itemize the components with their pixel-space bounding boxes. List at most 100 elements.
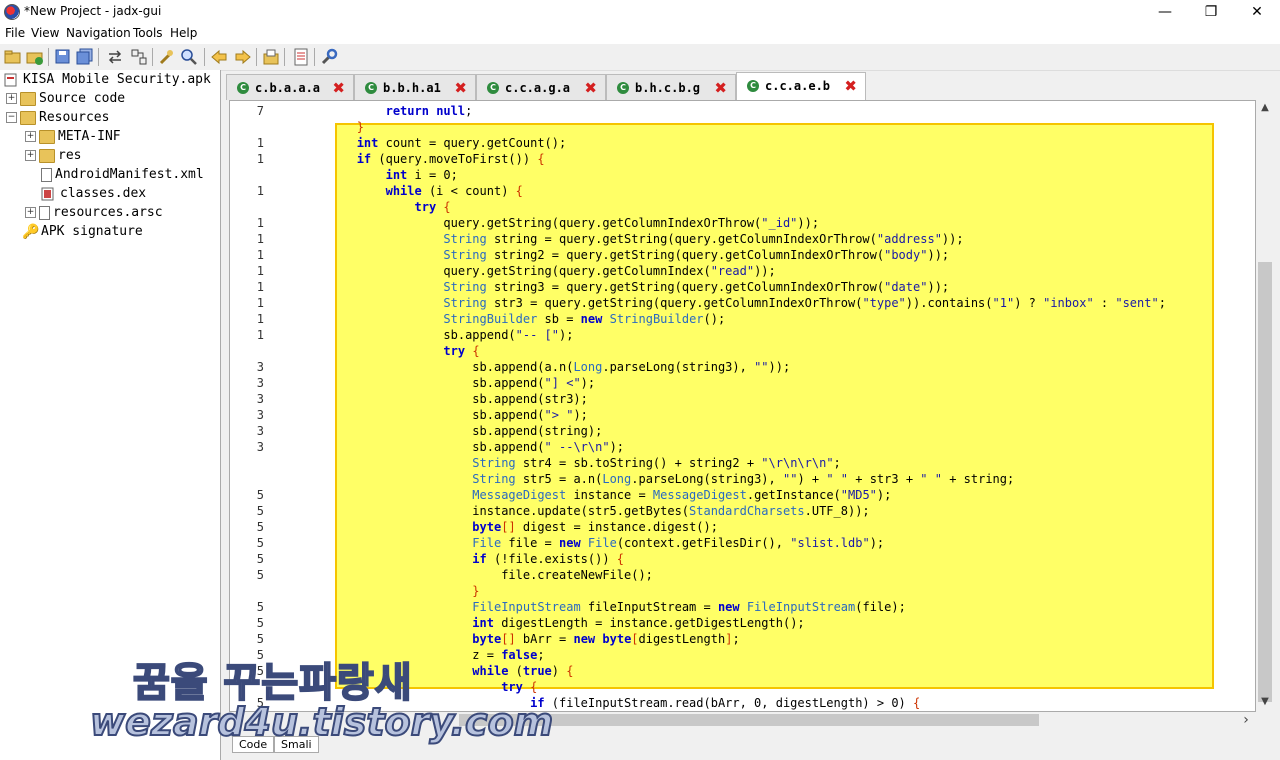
tab-close-icon[interactable]: ✖: [844, 73, 857, 99]
code-line[interactable]: sb.append(a.n(Long.parseLong(string3), "…: [270, 359, 790, 375]
tab-label: c.b.a.a.a: [255, 81, 321, 95]
code-line[interactable]: String str3 = query.getString(query.getC…: [270, 295, 1166, 311]
tab-c-b-a-a-a[interactable]: C c.b.a.a.a ✖: [226, 74, 354, 100]
line-number: 3: [256, 392, 264, 406]
vertical-scrollbar[interactable]: ▲ ▼: [1256, 100, 1274, 712]
line-number: 1: [256, 280, 264, 294]
tree-item-source-code[interactable]: + Source code: [6, 90, 125, 108]
menu-help[interactable]: Help: [170, 26, 197, 40]
tab-close-icon[interactable]: ✖: [584, 75, 597, 101]
tree-item-res[interactable]: + res: [25, 147, 81, 165]
tree-item-resources[interactable]: − Resources: [6, 109, 109, 127]
back-arrow-icon[interactable]: [210, 48, 228, 66]
code-line[interactable]: int digestLength = instance.getDigestLen…: [270, 615, 804, 631]
code-line[interactable]: while (i < count) {: [270, 183, 523, 199]
code-line[interactable]: String string2 = query.getString(query.g…: [270, 247, 949, 263]
log-viewer-icon[interactable]: [292, 48, 310, 66]
expand-toggle[interactable]: +: [6, 93, 17, 104]
code-line[interactable]: File file = new File(context.getFilesDir…: [270, 535, 884, 551]
preferences-wrench-icon[interactable]: [320, 48, 338, 66]
menu-view[interactable]: View: [31, 26, 59, 40]
tab-close-icon[interactable]: ✖: [714, 75, 727, 101]
tab-close-icon[interactable]: ✖: [332, 75, 345, 101]
line-number: 1: [256, 136, 264, 150]
menu-tools[interactable]: Tools: [133, 26, 163, 40]
code-line[interactable]: query.getString(query.getColumnIndexOrTh…: [270, 215, 819, 231]
menu-navigation[interactable]: Navigation: [66, 26, 131, 40]
scroll-up-arrow-icon[interactable]: ▲: [1256, 102, 1274, 113]
scroll-down-arrow-icon[interactable]: ▼: [1256, 696, 1274, 707]
title-bar: *New Project - jadx-gui — ❐ ✕: [0, 0, 1280, 24]
code-line[interactable]: return null;: [270, 103, 473, 119]
decompile-all-icon[interactable]: [262, 48, 280, 66]
code-line[interactable]: query.getString(query.getColumnIndex("re…: [270, 263, 775, 279]
toolbar: [0, 44, 1280, 71]
code-line[interactable]: }: [270, 119, 364, 135]
code-line[interactable]: MessageDigest instance = MessageDigest.g…: [270, 487, 891, 503]
expand-toggle[interactable]: +: [25, 131, 36, 142]
close-button[interactable]: ✕: [1234, 0, 1280, 24]
open-file-icon[interactable]: [4, 48, 22, 66]
tab-close-icon[interactable]: ✖: [454, 75, 467, 101]
code-line[interactable]: int count = query.getCount();: [270, 135, 567, 151]
code-line[interactable]: sb.append("> ");: [270, 407, 588, 423]
code-line[interactable]: if (!file.exists()) {: [270, 551, 624, 567]
dex-file-icon: [41, 187, 57, 201]
code-line[interactable]: try {: [270, 343, 479, 359]
tree-item-meta-inf[interactable]: + META-INF: [25, 128, 121, 146]
tree-item-label: res: [58, 148, 82, 163]
tab-c-c-a-e-b[interactable]: C c.c.a.e.b ✖: [736, 72, 866, 100]
code-line[interactable]: FileInputStream fileInputStream = new Fi…: [270, 599, 906, 615]
vertical-scroll-thumb[interactable]: [1258, 262, 1272, 702]
minimize-button[interactable]: —: [1142, 0, 1188, 24]
forward-arrow-icon[interactable]: [234, 48, 252, 66]
tab-c-c-a-g-a[interactable]: C c.c.a.g.a ✖: [476, 74, 606, 100]
editor-tab-bar: C c.b.a.a.a ✖ C b.b.h.a1 ✖ C c.c.a.g.a ✖…: [226, 72, 1280, 100]
menu-file[interactable]: File: [5, 26, 25, 40]
tab-b-b-h-a1[interactable]: C b.b.h.a1 ✖: [354, 74, 476, 100]
expand-toggle[interactable]: +: [25, 150, 36, 161]
code-line[interactable]: String string3 = query.getString(query.g…: [270, 279, 949, 295]
code-line[interactable]: String str4 = sb.toString() + string2 + …: [270, 455, 840, 471]
code-line[interactable]: sb.append("] <");: [270, 375, 595, 391]
tree-item-resources-arsc[interactable]: + resources.arsc: [25, 204, 163, 222]
code-line[interactable]: instance.update(str5.getBytes(StandardCh…: [270, 503, 869, 519]
code-line[interactable]: sb.append("-- [");: [270, 327, 573, 343]
line-number: 1: [256, 216, 264, 230]
code-line[interactable]: try {: [270, 199, 451, 215]
scroll-right-arrow-icon[interactable]: ›: [1237, 712, 1255, 728]
code-line[interactable]: String string = query.getString(query.ge…: [270, 231, 963, 247]
code-editor[interactable]: 711111111111333333555555555555 return nu…: [229, 100, 1256, 712]
save-all-icon[interactable]: [76, 48, 94, 66]
search-text-icon[interactable]: [158, 48, 176, 66]
code-line[interactable]: }: [270, 583, 479, 599]
code-line[interactable]: int i = 0;: [270, 167, 458, 183]
tree-item-classes-dex[interactable]: classes.dex: [41, 185, 146, 203]
code-line[interactable]: String str5 = a.n(Long.parseLong(string3…: [270, 471, 1014, 487]
tab-b-h-c-b-g[interactable]: C b.h.c.b.g ✖: [606, 74, 736, 100]
tree-item-android-manifest[interactable]: AndroidManifest.xml: [41, 166, 204, 184]
tab-label: b.h.c.b.g: [635, 81, 701, 95]
search-class-icon[interactable]: [180, 48, 198, 66]
code-line[interactable]: StringBuilder sb = new StringBuilder();: [270, 311, 725, 327]
code-line[interactable]: sb.append(string);: [270, 423, 602, 439]
code-line[interactable]: if (query.moveToFirst()) {: [270, 151, 545, 167]
code-line[interactable]: byte[] bArr = new byte[digestLength];: [270, 631, 739, 647]
code-line[interactable]: file.createNewFile();: [270, 567, 653, 583]
save-icon[interactable]: [54, 48, 72, 66]
sync-icon[interactable]: [106, 48, 124, 66]
tree-root-apk[interactable]: KISA Mobile Security.apk: [4, 71, 211, 89]
code-line[interactable]: sb.append(str3);: [270, 391, 588, 407]
tree-item-apk-signature[interactable]: 🔑 APK signature: [22, 223, 143, 241]
code-line[interactable]: byte[] digest = instance.digest();: [270, 519, 718, 535]
add-file-icon[interactable]: [26, 48, 44, 66]
maximize-button[interactable]: ❐: [1188, 0, 1234, 24]
line-number: 1: [256, 232, 264, 246]
line-number: 7: [256, 104, 264, 118]
expand-toggle[interactable]: +: [25, 207, 36, 218]
collapse-toggle[interactable]: −: [6, 112, 17, 123]
flatten-packages-icon[interactable]: [130, 48, 148, 66]
toolbar-separator: [314, 48, 315, 66]
line-number: 5: [256, 552, 264, 566]
code-line[interactable]: sb.append(" --\r\n");: [270, 439, 624, 455]
